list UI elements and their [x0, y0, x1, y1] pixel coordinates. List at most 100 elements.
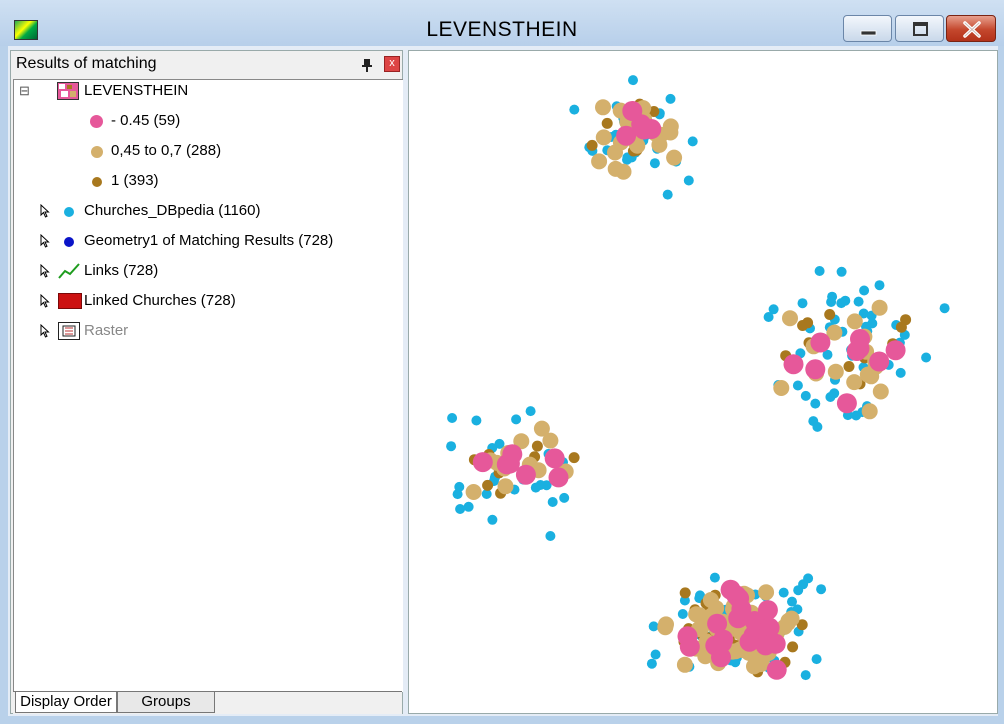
- match-point-medium: [872, 383, 889, 400]
- tab-display-order[interactable]: Display Order: [15, 692, 117, 713]
- church-point: [525, 406, 536, 417]
- match-point-low: [810, 332, 831, 353]
- church-point: [648, 621, 659, 632]
- match-point-medium: [533, 420, 550, 437]
- church-point: [778, 587, 789, 598]
- match-point-medium: [758, 584, 775, 601]
- layer-row-links[interactable]: Links (728): [14, 260, 394, 282]
- close-window-button[interactable]: [946, 15, 996, 42]
- match-point-medium: [783, 610, 800, 627]
- church-point: [853, 296, 864, 307]
- collapse-toggle-icon[interactable]: ⊟: [19, 80, 30, 102]
- legend-swatch-icon: [92, 177, 102, 187]
- layer-label: Raster: [84, 322, 129, 339]
- match-point-high: [843, 361, 855, 372]
- tree-root-row[interactable]: ⊟ LEVENSTHEIN: [14, 80, 394, 102]
- church-point: [803, 573, 814, 584]
- match-point-low: [783, 354, 804, 375]
- maximize-icon: [913, 22, 928, 36]
- match-point-medium: [595, 99, 611, 116]
- match-point-low: [622, 101, 643, 121]
- church-point: [511, 414, 522, 425]
- match-point-medium: [465, 484, 482, 500]
- church-point: [709, 572, 720, 583]
- layer-control-panel: Results of matching x ⊟ LEVENSTHEIN - 0.…: [10, 50, 403, 714]
- layer-row-raster[interactable]: Raster: [14, 320, 394, 342]
- match-point-low: [805, 359, 826, 380]
- match-point-low: [641, 119, 662, 139]
- panel-tabs: Display Order Groups: [13, 691, 402, 714]
- church-point: [814, 266, 825, 276]
- line-symbol-icon: [58, 263, 80, 279]
- match-point-high: [787, 641, 799, 653]
- legend-class-label: 0,45 to 0,7 (288): [111, 142, 222, 159]
- match-point-medium: [861, 403, 878, 420]
- church-point: [840, 295, 851, 306]
- match-point-medium: [773, 380, 790, 396]
- match-point-medium: [615, 163, 632, 180]
- church-point: [662, 189, 673, 200]
- church-point: [455, 504, 466, 514]
- window-titlebar[interactable]: LEVENSTHEIN: [0, 0, 1004, 46]
- match-point-medium: [827, 363, 844, 380]
- tab-groups[interactable]: Groups: [117, 692, 215, 713]
- church-point: [683, 175, 694, 186]
- church-point: [665, 93, 676, 104]
- region-symbol-icon: [58, 293, 82, 309]
- panel-close-button[interactable]: x: [384, 56, 400, 72]
- match-point-low: [766, 659, 787, 680]
- map-view[interactable]: [408, 50, 998, 714]
- close-icon: [963, 21, 981, 38]
- select-arrow-icon[interactable]: [40, 324, 50, 338]
- church-point: [895, 367, 906, 378]
- match-point-low: [548, 467, 569, 488]
- church-point: [851, 410, 862, 421]
- minimize-button[interactable]: [843, 15, 892, 42]
- layer-row-churches-dbpedia[interactable]: Churches_DBpedia (1160): [14, 200, 394, 222]
- match-point-medium: [846, 374, 863, 391]
- match-point-low: [515, 464, 536, 485]
- point-symbol-icon: [64, 237, 74, 247]
- match-point-medium: [662, 118, 679, 135]
- match-point-low: [544, 448, 565, 469]
- layer-row-geometry1[interactable]: Geometry1 of Matching Results (728): [14, 230, 394, 252]
- match-point-low: [707, 613, 728, 634]
- church-point: [829, 388, 840, 399]
- church-point: [650, 649, 661, 660]
- legend-class-label: 1 (393): [111, 172, 159, 189]
- church-point: [622, 154, 632, 165]
- church-point: [816, 584, 827, 595]
- church-point: [812, 421, 823, 432]
- match-point-high: [679, 587, 691, 599]
- church-point: [649, 158, 660, 169]
- select-arrow-icon[interactable]: [40, 204, 50, 218]
- match-point-medium: [753, 656, 769, 673]
- theme-map-icon: [57, 82, 79, 100]
- church-point: [471, 415, 482, 426]
- match-point-low: [679, 636, 700, 657]
- church-point: [687, 136, 698, 147]
- match-point-medium: [666, 149, 683, 166]
- match-point-medium: [871, 299, 888, 316]
- layer-row-linked-churches[interactable]: Linked Churches (728): [14, 290, 394, 312]
- match-point-low: [616, 125, 637, 146]
- church-point: [545, 531, 556, 541]
- select-arrow-icon[interactable]: [40, 234, 50, 248]
- point-symbol-icon: [64, 207, 74, 217]
- church-point: [810, 398, 821, 409]
- match-point-low: [755, 635, 776, 656]
- select-arrow-icon[interactable]: [40, 264, 50, 278]
- church-point: [463, 501, 474, 512]
- church-point: [487, 514, 498, 525]
- legend-class-label: - 0.45 (59): [111, 112, 181, 129]
- pin-icon[interactable]: [360, 57, 374, 73]
- church-point: [859, 285, 870, 296]
- layer-label: Links (728): [84, 262, 159, 279]
- map-canvas[interactable]: [409, 51, 998, 714]
- church-point: [677, 609, 688, 619]
- layer-label: Geometry1 of Matching Results (728): [84, 232, 334, 249]
- select-arrow-icon[interactable]: [40, 294, 50, 308]
- match-point-medium: [846, 313, 863, 330]
- maximize-button[interactable]: [895, 15, 944, 42]
- match-point-low: [720, 579, 741, 600]
